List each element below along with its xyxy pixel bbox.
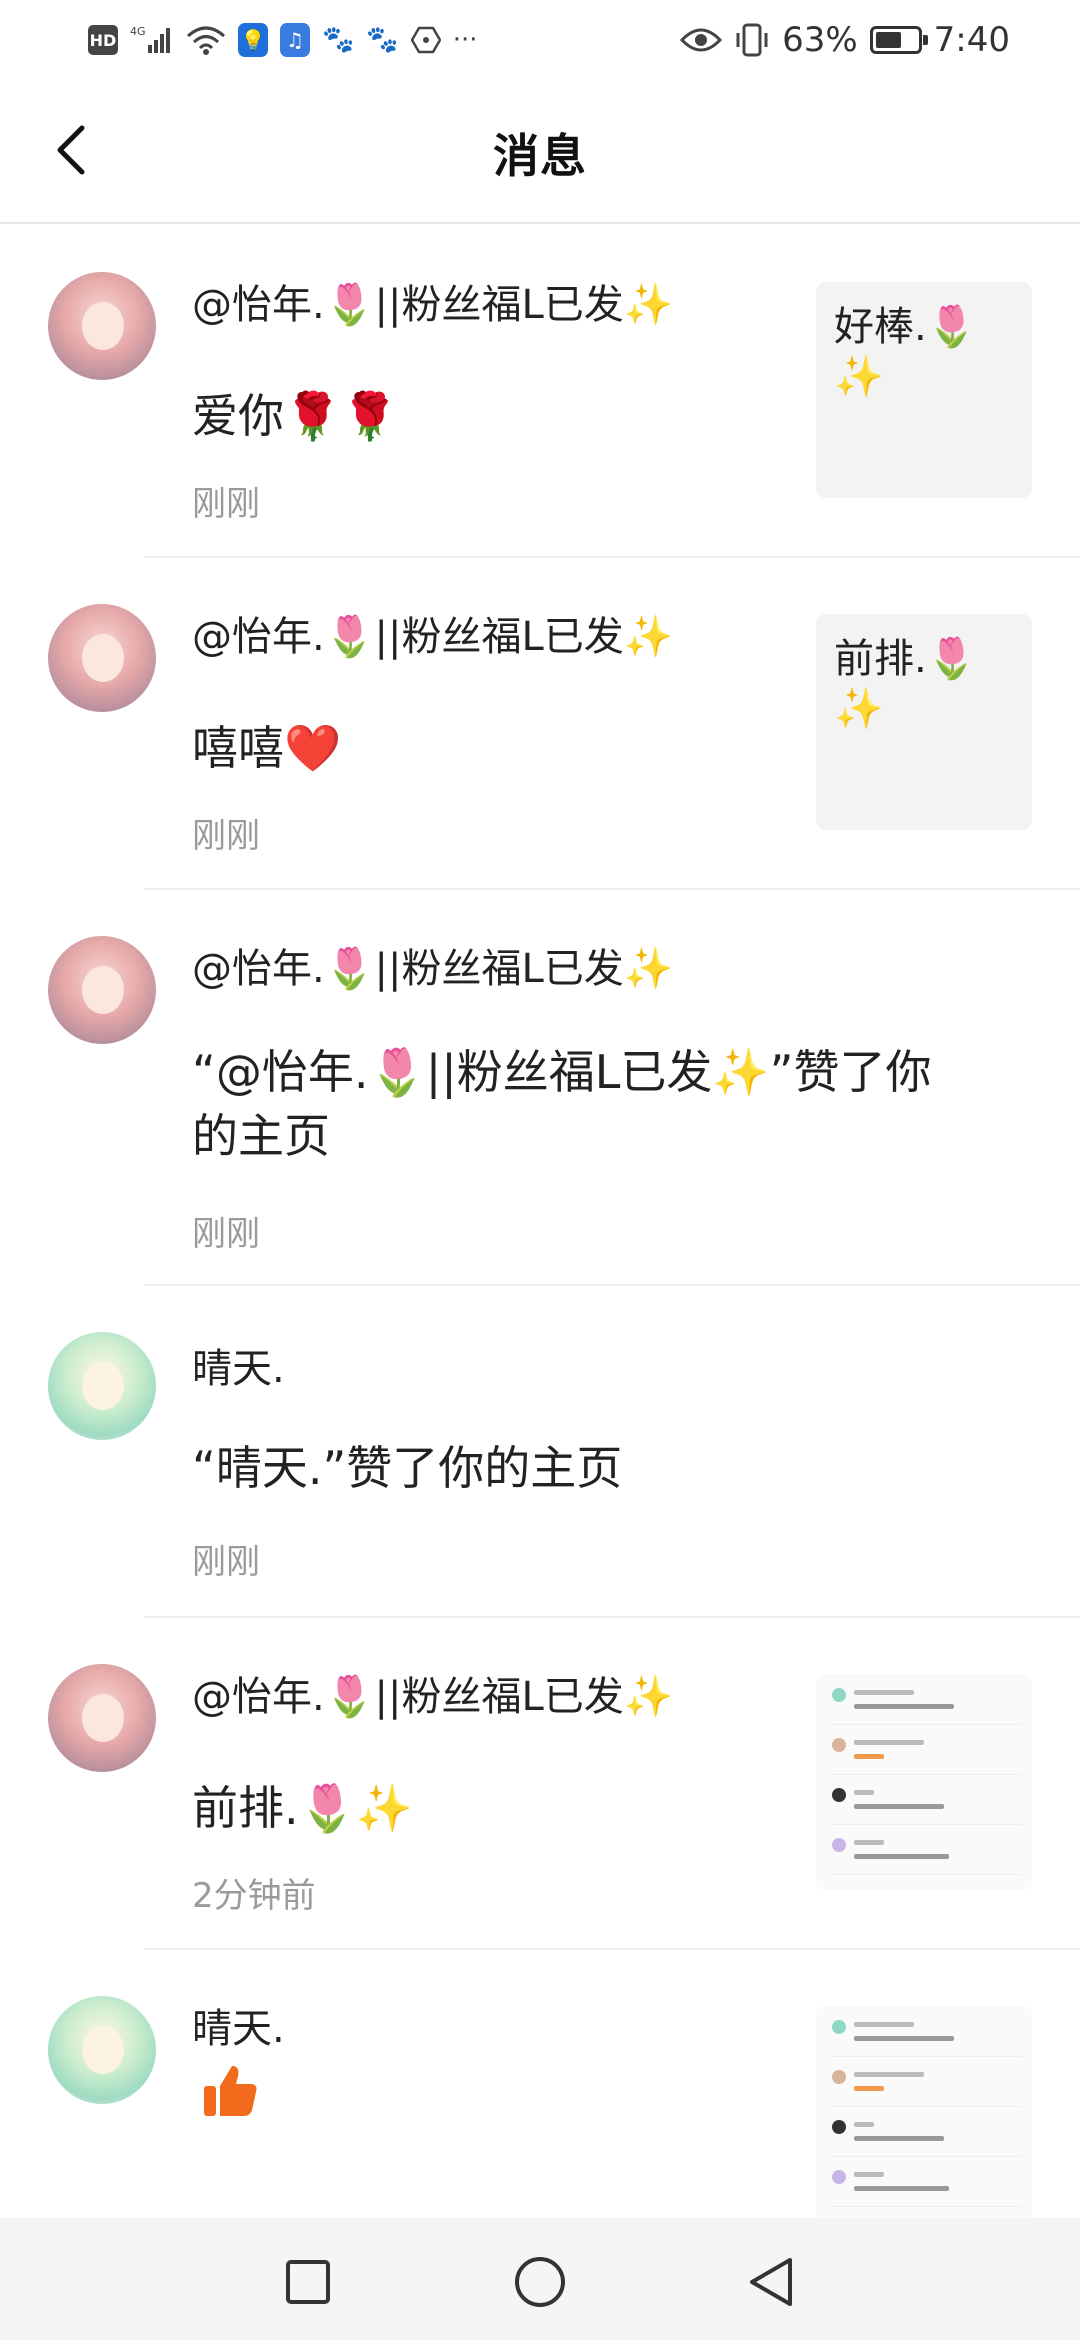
list-item[interactable]: @怡年.🌷||粉丝福L已发✨ 爱你🌹🌹 刚刚 好棒.🌷✨ (0, 226, 1080, 558)
nav-back-button[interactable] (744, 2254, 800, 2310)
4g-signal-icon: 4G (130, 25, 174, 55)
wifi-icon (186, 24, 226, 56)
screenshot-thumbnail[interactable] (816, 1674, 1032, 1890)
avatar[interactable] (48, 1664, 156, 1772)
square-recents-icon (286, 2260, 330, 2304)
eye-icon (680, 26, 723, 54)
avatar[interactable] (48, 1996, 156, 2104)
avatar[interactable] (48, 936, 156, 1044)
screenshot-thumbnail[interactable] (816, 2006, 1032, 2222)
sender-name[interactable]: @怡年.🌷||粉丝福L已发✨ (192, 1664, 674, 1722)
sender-name[interactable]: @怡年.🌷||粉丝福L已发✨ (192, 936, 674, 994)
page-title: 消息 (493, 129, 587, 183)
message-text: “晴天.”赞了你的主页 (192, 1441, 623, 1495)
baidu-icon: 🐾 (366, 25, 399, 55)
sender-name[interactable]: 晴天. (192, 1336, 285, 1394)
sender-name[interactable]: @怡年.🌷||粉丝福L已发✨ (192, 604, 674, 662)
baidu-icon: 🐾 (322, 25, 355, 55)
avatar[interactable] (48, 272, 156, 380)
battery-icon (869, 26, 928, 54)
vibrate-icon (734, 23, 770, 57)
recents-button[interactable] (280, 2254, 336, 2310)
avatar[interactable] (48, 1332, 156, 1440)
post-thumbnail[interactable]: 好棒.🌷✨ (816, 282, 1032, 498)
message-time: 刚刚 (192, 816, 260, 856)
system-nav-bar (0, 2218, 1080, 2340)
sender-name[interactable]: 晴天. (192, 1996, 285, 2054)
svg-text:4G: 4G (130, 25, 146, 38)
list-item[interactable]: @怡年.🌷||粉丝福L已发✨ 嘻嘻❤️ 刚刚 前排.🌷✨ (0, 558, 1080, 890)
avatar[interactable] (48, 604, 156, 712)
list-item[interactable]: 晴天. (0, 1950, 1080, 2250)
list-item[interactable]: @怡年.🌷||粉丝福L已发✨ “@怡年.🌷||粉丝福L已发✨”赞了你 的主页 刚… (0, 890, 1080, 1286)
post-thumbnail[interactable]: 前排.🌷✨ (816, 614, 1032, 830)
message-time: 刚刚 (192, 1214, 260, 1254)
message-text: 爱你🌹🌹 (192, 389, 399, 443)
message-text-line: “@怡年.🌷||粉丝福L已发✨”赞了你 (192, 1045, 932, 1099)
app-header: 消息 (0, 80, 1080, 224)
message-text: “@怡年.🌷||粉丝福L已发✨”赞了你 的主页 (192, 1040, 1032, 1168)
hd-badge: HD (88, 25, 118, 55)
thumbnail-text: 前排.🌷✨ (834, 636, 977, 732)
triangle-back-icon (750, 2258, 792, 2306)
battery-percent: 63% (782, 20, 858, 60)
screenshot-preview (816, 2006, 1032, 2222)
home-button[interactable] (512, 2254, 568, 2310)
message-text: 前排.🌷✨ (192, 1781, 414, 1835)
message-time: 2分钟前 (192, 1876, 316, 1916)
list-item[interactable]: 晴天. “晴天.”赞了你的主页 刚刚 (0, 1286, 1080, 1618)
message-text: 嘻嘻❤️ (192, 721, 342, 775)
screenshot-preview (816, 1674, 1032, 1890)
message-list: @怡年.🌷||粉丝福L已发✨ 爱你🌹🌹 刚刚 好棒.🌷✨ @怡年.🌷||粉丝福L… (0, 226, 1080, 2250)
message-time: 刚刚 (192, 484, 260, 524)
hexagon-app-icon (410, 25, 441, 55)
clock-time: 7:40 (933, 20, 1010, 60)
status-left: HD 4G 💡 ♫ 🐾 🐾 ··· (88, 18, 478, 62)
more-dots-icon: ··· (452, 25, 478, 55)
status-bar: HD 4G 💡 ♫ 🐾 🐾 ··· 63% 7:40 (0, 0, 1080, 80)
lightbulb-app-icon: 💡 (238, 23, 268, 57)
message-text-line: 的主页 (192, 1109, 330, 1163)
sender-name[interactable]: @怡年.🌷||粉丝福L已发✨ (192, 272, 674, 330)
status-right: 63% 7:40 (680, 18, 1010, 62)
thumbs-up-icon (204, 2066, 257, 2116)
message-time: 刚刚 (192, 1542, 260, 1582)
list-item[interactable]: @怡年.🌷||粉丝福L已发✨ 前排.🌷✨ 2分钟前 (0, 1618, 1080, 1950)
circle-home-icon (515, 2257, 565, 2307)
thumbnail-text: 好棒.🌷✨ (834, 304, 977, 400)
music-app-icon: ♫ (280, 23, 310, 57)
